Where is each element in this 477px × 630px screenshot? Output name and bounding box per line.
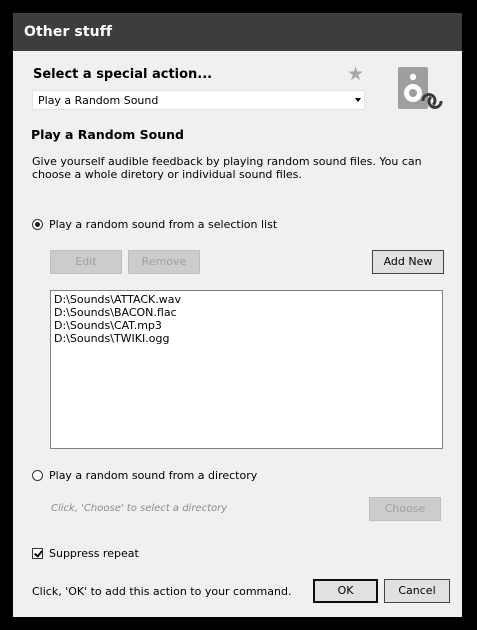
suppress-repeat-label[interactable]: Suppress repeat: [49, 547, 139, 560]
suppress-repeat-checkbox[interactable]: [32, 548, 43, 559]
section-description: Give yourself audible feedback by playin…: [32, 155, 422, 181]
title-bar[interactable]: Other stuff: [13, 13, 462, 51]
directory-hint: Click, 'Choose' to select a directory: [51, 503, 228, 514]
list-item[interactable]: D:\Sounds\BACON.flac: [54, 306, 177, 319]
list-item[interactable]: D:\Sounds\TWIKI.ogg: [54, 332, 169, 345]
radio-directory[interactable]: [32, 470, 43, 481]
dialog-client: Select a special action... ★ Play a Rand…: [13, 51, 462, 617]
radio-selection-list-label[interactable]: Play a random sound from a selection lis…: [49, 218, 277, 231]
cancel-button[interactable]: Cancel: [384, 579, 450, 603]
speaker-icon: [398, 65, 443, 111]
dialog-window: Other stuff Select a special action... ★…: [0, 0, 477, 630]
list-item[interactable]: D:\Sounds\ATTACK.wav: [54, 293, 181, 306]
choose-button[interactable]: Choose: [369, 497, 441, 521]
star-icon[interactable]: ★: [347, 65, 364, 84]
chevron-down-icon[interactable]: [355, 98, 361, 102]
action-combo-value: Play a Random Sound: [38, 94, 159, 107]
checkmark-icon: [34, 548, 43, 558]
edit-button[interactable]: Edit: [50, 250, 122, 274]
list-item[interactable]: D:\Sounds\CAT.mp3: [54, 319, 162, 332]
footer-hint: Click, 'OK' to add this action to your c…: [32, 585, 292, 598]
sound-list[interactable]: D:\Sounds\ATTACK.wav D:\Sounds\BACON.fla…: [50, 290, 443, 449]
add-new-button[interactable]: Add New: [372, 250, 444, 274]
action-combo[interactable]: Play a Random Sound: [32, 90, 365, 110]
radio-directory-label[interactable]: Play a random sound from a directory: [49, 469, 257, 482]
window-title: Other stuff: [24, 24, 113, 40]
action-heading: Select a special action...: [33, 67, 213, 82]
ok-button[interactable]: OK: [313, 579, 378, 603]
radio-selection-list[interactable]: [32, 219, 43, 230]
remove-button[interactable]: Remove: [128, 250, 200, 274]
section-title: Play a Random Sound: [31, 127, 184, 142]
